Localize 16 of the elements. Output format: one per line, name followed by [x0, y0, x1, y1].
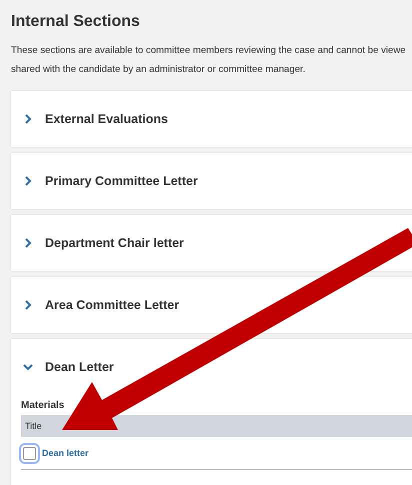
materials-label: Materials — [21, 400, 64, 411]
chevron-icon[interactable] — [23, 114, 33, 124]
chevron-icon[interactable] — [23, 362, 33, 372]
description-text: shared with the candidate by an administrator or committee manager. — [11, 63, 306, 77]
section-title[interactable]: External Evaluations — [45, 112, 168, 126]
document-link[interactable]: Dean letter — [42, 448, 89, 458]
section-title[interactable]: Dean Letter — [45, 360, 114, 374]
chevron-icon[interactable] — [23, 300, 33, 310]
chevron-icon[interactable] — [23, 238, 33, 248]
section-title[interactable]: Department Chair letter — [45, 236, 184, 250]
section-title[interactable]: Primary Committee Letter — [45, 174, 198, 188]
column-header: Title — [25, 421, 42, 431]
description-text: These sections are available to committee members reviewing the case and cannot be viewe — [11, 44, 407, 58]
chevron-icon[interactable] — [23, 176, 33, 186]
section-title[interactable]: Area Committee Letter — [45, 298, 180, 312]
section-heading: Internal Sections — [11, 13, 141, 31]
